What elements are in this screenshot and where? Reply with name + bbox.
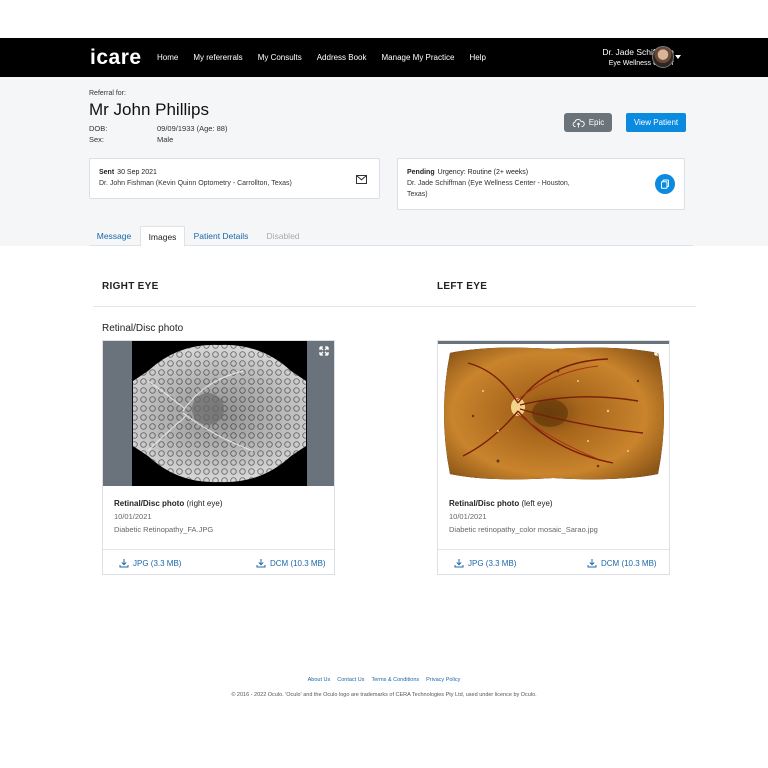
- photo-eye: (right eye): [186, 499, 223, 508]
- dob-row: DOB: 09/09/1933 (Age: 88): [89, 124, 227, 133]
- expand-icon[interactable]: [319, 346, 329, 356]
- copyright: © 2016 - 2022 Oculo. 'Oculo' and the Ocu…: [231, 692, 537, 698]
- pending-to: Dr. Jade Schiffman (Eye Wellness Center …: [407, 178, 675, 200]
- left-eye-photo-card: Retinal/Disc photo (left eye) 10/01/2021…: [437, 340, 670, 575]
- download-icon: [454, 559, 464, 568]
- avatar[interactable]: [652, 46, 674, 68]
- referral-header: Referral for: Mr John Phillips DOB: 09/09…: [0, 77, 768, 246]
- right-eye-details: Retinal/Disc photo (right eye) 10/01/202…: [114, 499, 222, 534]
- icare-logo[interactable]: icare: [90, 46, 142, 70]
- photo-filename: Diabetic retinopathy_color mosaic_Sarao.…: [449, 525, 598, 534]
- pending-to-line2: Texas): [407, 191, 428, 198]
- left-eye-downloads: JPG (3.3 MB) DCM (10.3 MB): [438, 549, 669, 575]
- download-dcm-button[interactable]: DCM (10.3 MB): [587, 558, 657, 568]
- download-dcm-label: DCM (10.3 MB): [270, 558, 326, 568]
- sent-date: 30 Sep 2021: [117, 169, 157, 176]
- urgency: Urgency: Routine (2+ weeks): [437, 169, 529, 176]
- chevron-down-icon[interactable]: [675, 55, 681, 59]
- left-eye-image[interactable]: [438, 341, 669, 486]
- nav-links: Home My refererrals My Consults Address …: [157, 38, 486, 77]
- nav-manage-practice[interactable]: Manage My Practice: [382, 53, 455, 62]
- photo-date: 10/01/2021: [449, 512, 487, 521]
- right-eye-heading: RIGHT EYE: [102, 281, 159, 292]
- mail-icon[interactable]: [356, 175, 367, 184]
- patient-name: Mr John Phillips: [89, 100, 209, 119]
- pending-line: Pending Urgency: Routine (2+ weeks): [407, 169, 675, 176]
- download-jpg-button[interactable]: JPG (3.3 MB): [454, 558, 516, 568]
- sent-from: Dr. John Fishman (Kevin Quinn Optometry …: [99, 180, 292, 187]
- view-patient-button[interactable]: View Patient: [626, 113, 686, 132]
- sent-status: Sent: [99, 169, 115, 176]
- nav-my-consults[interactable]: My Consults: [258, 53, 302, 62]
- download-jpg-button[interactable]: JPG (3.3 MB): [119, 558, 181, 568]
- nav-my-referrals[interactable]: My refererrals: [193, 53, 242, 62]
- tab-message[interactable]: Message: [89, 226, 139, 246]
- right-eye-downloads: JPG (3.3 MB) DCM (10.3 MB): [103, 549, 334, 575]
- dob-label: DOB:: [89, 124, 108, 133]
- nav-address-book[interactable]: Address Book: [317, 53, 367, 62]
- cloud-upload-icon: [572, 118, 585, 127]
- sex-value: Male: [157, 135, 174, 144]
- footer-links: About Us Contact Us Terms & Conditions P…: [0, 677, 768, 683]
- section-title: Retinal/Disc photo: [102, 323, 184, 334]
- left-eye-details: Retinal/Disc photo (left eye) 10/01/2021…: [449, 499, 598, 534]
- download-icon: [256, 559, 266, 568]
- right-eye-photo-card: Retinal/Disc photo (right eye) 10/01/202…: [102, 340, 335, 575]
- download-jpg-label: JPG (3.3 MB): [468, 558, 517, 568]
- pending-status: Pending: [407, 169, 435, 176]
- nav-home[interactable]: Home: [157, 53, 178, 62]
- epic-button[interactable]: Epic: [564, 113, 612, 132]
- copy-button[interactable]: [655, 174, 675, 194]
- tab-images[interactable]: Images: [140, 226, 185, 247]
- sent-line: Sent 30 Sep 2021: [99, 169, 370, 176]
- tab-disabled: Disabled: [266, 231, 300, 241]
- pending-to-line1: Dr. Jade Schiffman (Eye Wellness Center …: [407, 180, 570, 187]
- sex-label: Sex:: [89, 135, 105, 144]
- footer-privacy[interactable]: Privacy Policy: [426, 677, 460, 683]
- epic-label: Epic: [588, 118, 605, 127]
- divider: [93, 306, 696, 307]
- photo-filename: Diabetic Retinopathy_FA.JPG: [114, 525, 214, 534]
- referral-for-label: Referral for:: [89, 90, 126, 97]
- photo-eye: (left eye): [521, 499, 553, 508]
- download-icon: [587, 559, 597, 568]
- download-dcm-button[interactable]: DCM (10.3 MB): [256, 558, 326, 568]
- download-jpg-label: JPG (3.3 MB): [133, 558, 182, 568]
- photo-title: Retinal/Disc photo: [449, 499, 520, 508]
- copy-icon: [661, 179, 669, 189]
- photo-date: 10/01/2021: [114, 512, 152, 521]
- sex-row: Sex: Male: [89, 135, 173, 144]
- right-eye-image[interactable]: [103, 341, 334, 486]
- sent-card: Sent 30 Sep 2021 Dr. John Fishman (Kevin …: [89, 158, 380, 199]
- footer-contact-us[interactable]: Contact Us: [337, 677, 364, 683]
- tab-bar: Message Images Patient Details Disabled: [89, 226, 693, 247]
- pending-card: Pending Urgency: Routine (2+ weeks) Dr. J…: [397, 158, 685, 210]
- tab-patient-details[interactable]: Patient Details: [187, 226, 255, 246]
- download-icon: [119, 559, 129, 568]
- photo-title: Retinal/Disc photo: [114, 499, 185, 508]
- footer-about-us[interactable]: About Us: [308, 677, 331, 683]
- photo-title-row: Retinal/Disc photo (right eye): [114, 499, 222, 508]
- download-dcm-label: DCM (10.3 MB): [601, 558, 657, 568]
- dob-value: 09/09/1933 (Age: 88): [157, 124, 228, 133]
- nav-help[interactable]: Help: [469, 53, 485, 62]
- footer-terms[interactable]: Terms & Conditions: [371, 677, 419, 683]
- photo-title-row: Retinal/Disc photo (left eye): [449, 499, 598, 508]
- left-eye-heading: LEFT EYE: [437, 281, 488, 292]
- expand-icon[interactable]: [654, 346, 664, 356]
- top-navbar: icare Home My refererrals My Consults Ad…: [0, 38, 768, 77]
